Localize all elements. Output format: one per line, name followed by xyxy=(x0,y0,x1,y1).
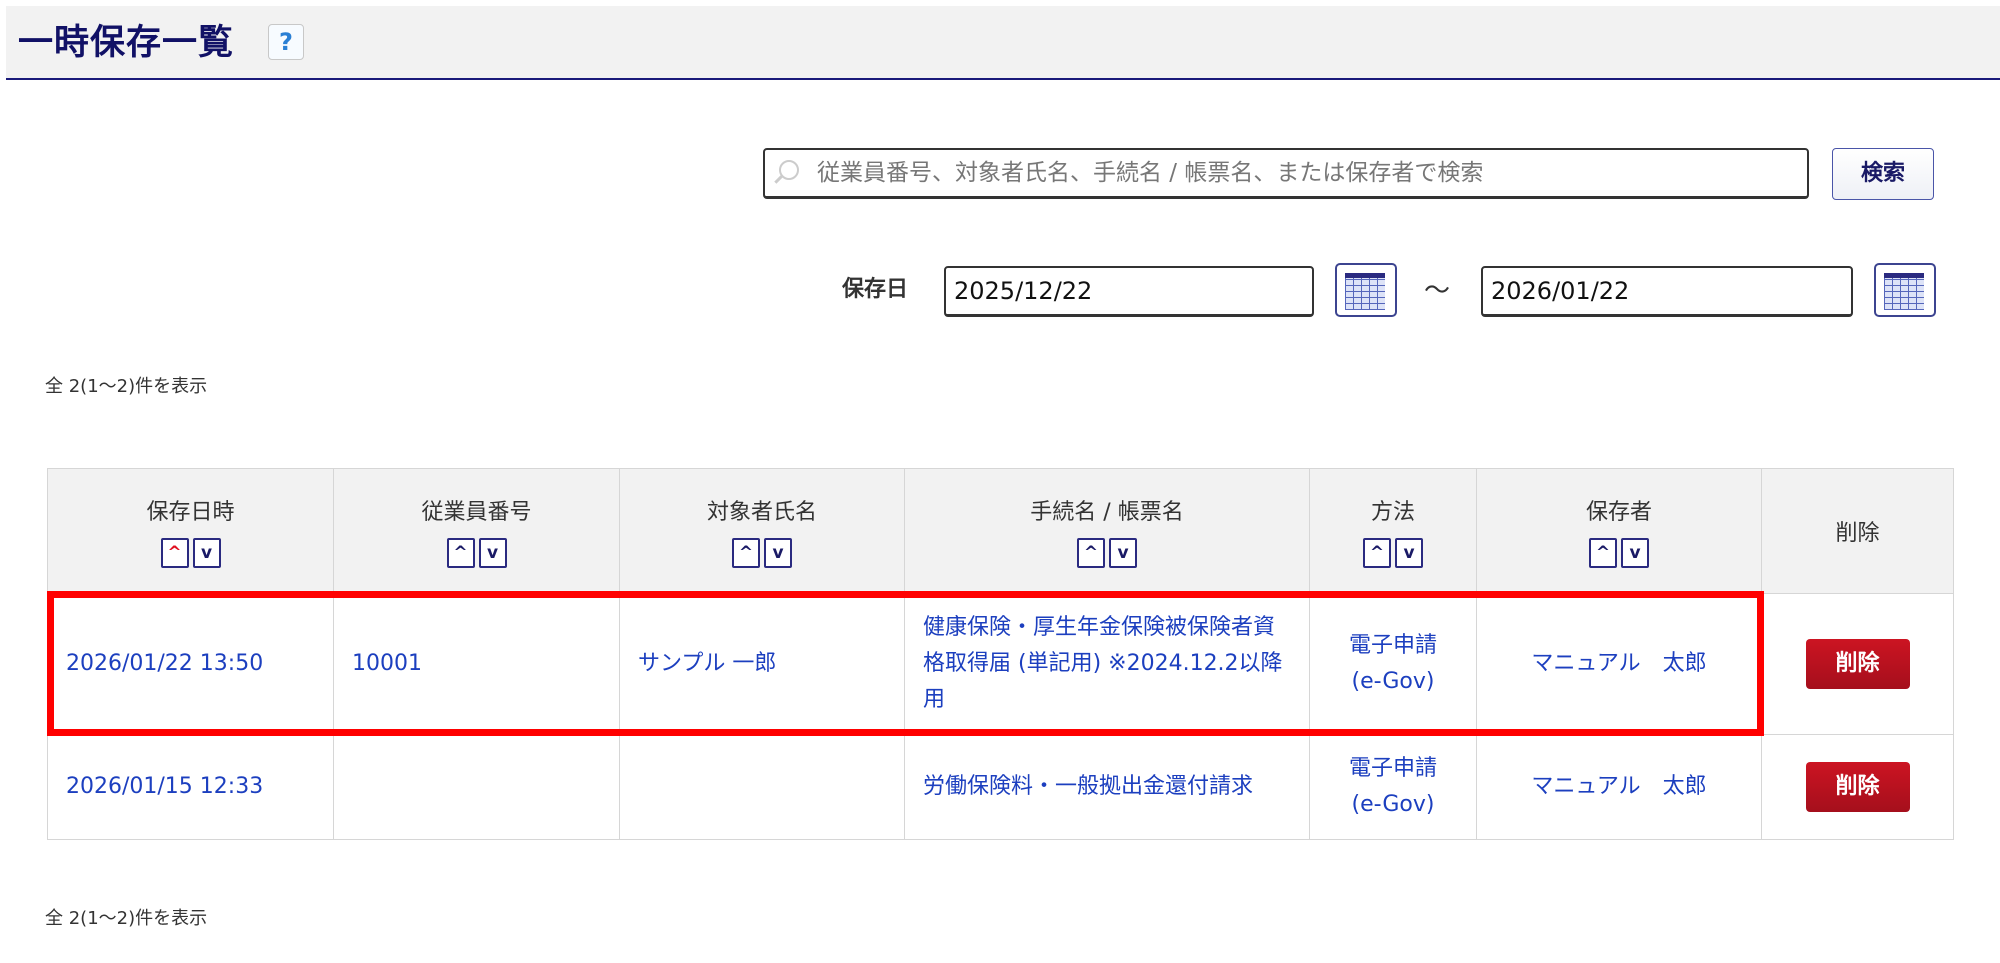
column-header-saved-at: 保存日時 ^ v xyxy=(47,468,334,594)
sort-desc-icon[interactable]: v xyxy=(764,538,792,568)
method-link[interactable]: 電子申請 (e-Gov) xyxy=(1309,593,1477,735)
table-row: 2026/01/22 13:50 10001 サンプル 一郎 健康保険・厚生年金… xyxy=(47,593,1954,735)
save-date-label: 保存日 xyxy=(842,277,909,302)
calendar-icon[interactable] xyxy=(1335,263,1397,317)
sort-asc-icon[interactable]: ^ xyxy=(1077,538,1105,568)
search-input[interactable]: 従業員番号、対象者氏名、手続名 / 帳票名、または保存者で検索 xyxy=(763,148,1809,199)
column-header-saver: 保存者 ^ v xyxy=(1476,468,1762,594)
name-link[interactable]: サンプル 一郎 xyxy=(619,593,905,735)
sort-asc-icon[interactable]: ^ xyxy=(446,538,475,568)
procedure-link[interactable]: 健康保険・厚生年金保険被保険者資格取得届 (単記用) ※2024.12.2以降用 xyxy=(904,593,1310,735)
delete-button[interactable]: 削除 xyxy=(1805,762,1910,812)
procedure-link[interactable]: 労働保険料・一般拠出金還付請求 xyxy=(904,734,1310,840)
sort-desc-icon[interactable]: v xyxy=(1621,538,1649,568)
table-header-row: 保存日時 ^ v 従業員番号 ^ v 対象者氏名 ^ v 手続名 / 帳票名 ^ v 方法 ^ v … xyxy=(47,468,1954,594)
sort-desc-icon[interactable]: v xyxy=(192,538,221,568)
column-header-method: 方法 ^ v xyxy=(1309,468,1477,594)
method-link[interactable]: 電子申請 (e-Gov) xyxy=(1309,734,1477,840)
employee-no-link[interactable]: 10001 xyxy=(333,593,620,735)
sort-desc-icon[interactable]: v xyxy=(478,538,507,568)
result-count-bottom: 全 2(1～2)件を表示 xyxy=(45,908,208,929)
sort-asc-icon[interactable]: ^ xyxy=(1589,538,1617,568)
saver-link[interactable]: マニュアル 太郎 xyxy=(1476,593,1762,735)
date-from-input[interactable]: 2025/12/22 xyxy=(944,266,1314,317)
saved-at-link[interactable]: 2026/01/15 12:33 xyxy=(47,734,334,840)
sort-asc-icon[interactable]: ^ xyxy=(732,538,760,568)
column-header-name: 対象者氏名 ^ v xyxy=(619,468,905,594)
saved-items-table: 保存日時 ^ v 従業員番号 ^ v 対象者氏名 ^ v 手続名 / 帳票名 ^ v 方法 ^ v … xyxy=(47,468,1954,840)
sort-asc-icon[interactable]: ^ xyxy=(1363,538,1391,568)
search-icon xyxy=(779,160,799,180)
saved-at-link[interactable]: 2026/01/22 13:50 xyxy=(47,593,334,735)
sort-desc-icon[interactable]: v xyxy=(1395,538,1423,568)
name-cell xyxy=(619,734,905,840)
page-header xyxy=(6,6,2000,80)
delete-button[interactable]: 削除 xyxy=(1805,639,1910,689)
search-placeholder: 従業員番号、対象者氏名、手続名 / 帳票名、または保存者で検索 xyxy=(817,160,1484,186)
search-button[interactable]: 検索 xyxy=(1832,148,1934,200)
saver-link[interactable]: マニュアル 太郎 xyxy=(1476,734,1762,840)
employee-no-cell xyxy=(333,734,620,840)
column-header-procedure: 手続名 / 帳票名 ^ v xyxy=(904,468,1310,594)
calendar-icon[interactable] xyxy=(1874,263,1936,317)
sort-desc-icon[interactable]: v xyxy=(1109,538,1137,568)
help-button[interactable]: ? xyxy=(268,24,304,60)
date-separator: ～ xyxy=(1424,276,1451,306)
page-title: 一時保存一覧 xyxy=(18,23,235,63)
table-row: 2026/01/15 12:33 労働保険料・一般拠出金還付請求 電子申請 (e-… xyxy=(47,734,1954,840)
column-header-delete: 削除 xyxy=(1761,468,1954,594)
column-header-employee-no: 従業員番号 ^ v xyxy=(333,468,620,594)
date-to-input[interactable]: 2026/01/22 xyxy=(1481,266,1853,317)
result-count: 全 2(1～2)件を表示 xyxy=(45,376,208,397)
sort-asc-icon[interactable]: ^ xyxy=(160,538,189,568)
